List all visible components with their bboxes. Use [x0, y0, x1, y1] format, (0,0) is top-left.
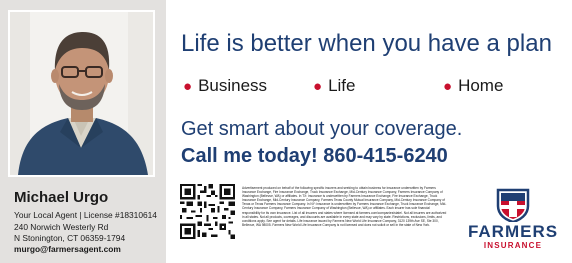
subhead: Get smart about your coverage. — [181, 118, 463, 140]
agent-name: Michael Urgo — [14, 189, 109, 206]
legal-disclaimer: Advertisement produced on behalf of the … — [242, 186, 447, 227]
call-to-action[interactable]: Call me today! 860-415-6240 — [181, 145, 448, 168]
agent-email[interactable]: murgo@farmersagent.com — [14, 244, 121, 254]
brand-name: FARMERS — [467, 222, 559, 241]
agent-address-line2: N Stonington, CT 06359-1794 — [14, 233, 126, 243]
qr-code-icon[interactable] — [180, 184, 235, 239]
bullet-dot-icon: ● — [183, 78, 193, 95]
agent-panel: Michael Urgo Your Local Agent | License … — [0, 0, 166, 263]
agent-photo — [8, 10, 155, 177]
bullet-list: ● Business ● Life ● Home — [183, 76, 563, 98]
brand-subtitle: INSURANCE — [483, 241, 543, 250]
farmers-shield-icon — [496, 188, 530, 224]
headline: Life is better when you have a plan — [181, 30, 552, 57]
agent-title-license: Your Local Agent | License #18310614 — [14, 210, 157, 220]
bullet-label: Business — [198, 76, 268, 95]
farmers-logo: FARMERS INSURANCE — [460, 188, 566, 250]
bullet-item-life: ● Life — [313, 76, 355, 96]
bullet-item-business: ● Business — [183, 76, 267, 96]
bullet-dot-icon: ● — [313, 78, 323, 95]
bullet-label: Home — [458, 76, 504, 95]
bullet-label: Life — [328, 76, 356, 95]
agent-address-line1: 240 Norwich Westerly Rd — [14, 222, 109, 232]
bullet-item-home: ● Home — [443, 76, 503, 96]
bullet-dot-icon: ● — [443, 78, 453, 95]
